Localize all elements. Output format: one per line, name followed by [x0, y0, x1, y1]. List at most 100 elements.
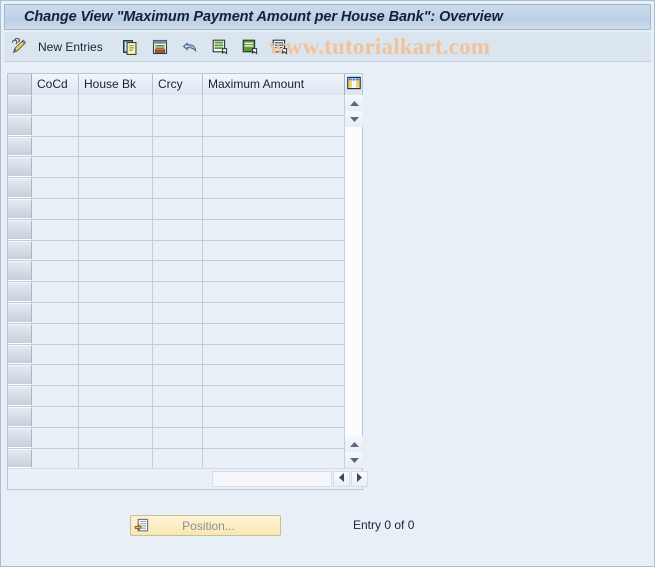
- hscroll-track[interactable]: [212, 471, 332, 487]
- table-row[interactable]: [8, 198, 344, 220]
- table-row[interactable]: [8, 365, 344, 387]
- column-header-house-bk[interactable]: House Bk: [79, 74, 153, 95]
- cell-house-bk[interactable]: [79, 157, 153, 178]
- cell-maximum-amount[interactable]: [203, 448, 344, 468]
- copy-as-button[interactable]: [115, 35, 145, 59]
- select-block-button[interactable]: [235, 35, 265, 59]
- cell-maximum-amount[interactable]: [203, 386, 344, 406]
- table-body[interactable]: [8, 95, 344, 468]
- cell-cocd[interactable]: [32, 95, 79, 115]
- cell-house-bk[interactable]: [79, 240, 153, 261]
- cell-house-bk[interactable]: [79, 198, 153, 219]
- cell-maximum-amount[interactable]: [203, 198, 344, 219]
- cell-crcy[interactable]: [153, 448, 203, 468]
- cell-house-bk[interactable]: [79, 427, 153, 448]
- cell-house-bk[interactable]: [79, 95, 153, 115]
- deselect-all-button[interactable]: [265, 35, 295, 59]
- cell-crcy[interactable]: [153, 365, 203, 386]
- cell-maximum-amount[interactable]: [203, 323, 344, 344]
- scroll-up-button[interactable]: [345, 95, 363, 111]
- table-row[interactable]: [8, 282, 344, 303]
- cell-cocd[interactable]: [32, 344, 79, 365]
- row-selector-cell[interactable]: [8, 240, 32, 261]
- cell-maximum-amount[interactable]: [203, 406, 344, 427]
- cell-crcy[interactable]: [153, 219, 203, 240]
- cell-cocd[interactable]: [32, 198, 79, 219]
- cell-cocd[interactable]: [32, 323, 79, 344]
- cell-crcy[interactable]: [153, 198, 203, 219]
- table-row[interactable]: [8, 178, 344, 199]
- cell-maximum-amount[interactable]: [203, 365, 344, 386]
- cell-maximum-amount[interactable]: [203, 302, 344, 323]
- cell-maximum-amount[interactable]: [203, 115, 344, 136]
- cell-cocd[interactable]: [32, 178, 79, 198]
- cell-cocd[interactable]: [32, 406, 79, 427]
- cell-maximum-amount[interactable]: [203, 282, 344, 302]
- table-row[interactable]: [8, 427, 344, 449]
- column-header-maximum-amount[interactable]: Maximum Amount: [203, 74, 344, 95]
- table-horizontal-scrollbar[interactable]: [8, 468, 368, 489]
- cell-house-bk[interactable]: [79, 323, 153, 344]
- row-selector-cell[interactable]: [8, 448, 32, 468]
- cell-crcy[interactable]: [153, 302, 203, 323]
- cell-cocd[interactable]: [32, 386, 79, 406]
- cell-maximum-amount[interactable]: [203, 219, 344, 240]
- cell-maximum-amount[interactable]: [203, 157, 344, 178]
- row-selector-cell[interactable]: [8, 115, 32, 136]
- cell-crcy[interactable]: [153, 282, 203, 302]
- scroll-left-button[interactable]: [333, 471, 350, 487]
- table-row[interactable]: [8, 240, 344, 262]
- cell-cocd[interactable]: [32, 282, 79, 302]
- table-row[interactable]: [8, 95, 344, 116]
- cell-maximum-amount[interactable]: [203, 240, 344, 261]
- cell-crcy[interactable]: [153, 178, 203, 198]
- cell-cocd[interactable]: [32, 240, 79, 261]
- position-button[interactable]: Position...: [130, 515, 281, 536]
- scroll-page-up-button[interactable]: [345, 111, 363, 127]
- row-selector-cell[interactable]: [8, 323, 32, 344]
- table-row[interactable]: [8, 406, 344, 428]
- cell-crcy[interactable]: [153, 115, 203, 136]
- cell-crcy[interactable]: [153, 427, 203, 448]
- row-selector-cell[interactable]: [8, 219, 32, 240]
- row-selector-cell[interactable]: [8, 406, 32, 427]
- row-selector-cell[interactable]: [8, 95, 32, 115]
- row-selector-cell[interactable]: [8, 157, 32, 178]
- row-selector-cell[interactable]: [8, 282, 32, 302]
- select-all-button[interactable]: [205, 35, 235, 59]
- cell-crcy[interactable]: [153, 323, 203, 344]
- cell-cocd[interactable]: [32, 427, 79, 448]
- table-row[interactable]: [8, 157, 344, 179]
- cell-maximum-amount[interactable]: [203, 95, 344, 115]
- scroll-right-button[interactable]: [351, 471, 368, 487]
- cell-house-bk[interactable]: [79, 261, 153, 282]
- cell-cocd[interactable]: [32, 261, 79, 282]
- table-row[interactable]: [8, 323, 344, 345]
- cell-house-bk[interactable]: [79, 365, 153, 386]
- cell-cocd[interactable]: [32, 157, 79, 178]
- cell-house-bk[interactable]: [79, 136, 153, 157]
- table-row[interactable]: [8, 302, 344, 324]
- scroll-page-down-button[interactable]: [345, 436, 363, 452]
- cell-house-bk[interactable]: [79, 386, 153, 406]
- cell-cocd[interactable]: [32, 448, 79, 468]
- cell-house-bk[interactable]: [79, 302, 153, 323]
- cell-house-bk[interactable]: [79, 219, 153, 240]
- table-row[interactable]: [8, 261, 344, 283]
- cell-crcy[interactable]: [153, 261, 203, 282]
- cell-house-bk[interactable]: [79, 344, 153, 365]
- cell-house-bk[interactable]: [79, 282, 153, 302]
- cell-cocd[interactable]: [32, 219, 79, 240]
- cell-maximum-amount[interactable]: [203, 261, 344, 282]
- cell-crcy[interactable]: [153, 386, 203, 406]
- table-row[interactable]: [8, 219, 344, 241]
- cell-crcy[interactable]: [153, 95, 203, 115]
- new-entries-button[interactable]: New Entries: [34, 40, 107, 54]
- column-header-cocd[interactable]: CoCd: [32, 74, 79, 95]
- table-row[interactable]: [8, 344, 344, 366]
- row-selector-cell[interactable]: [8, 427, 32, 448]
- row-selector-cell[interactable]: [8, 261, 32, 282]
- cell-house-bk[interactable]: [79, 115, 153, 136]
- table-row[interactable]: [8, 448, 344, 468]
- cell-house-bk[interactable]: [79, 178, 153, 198]
